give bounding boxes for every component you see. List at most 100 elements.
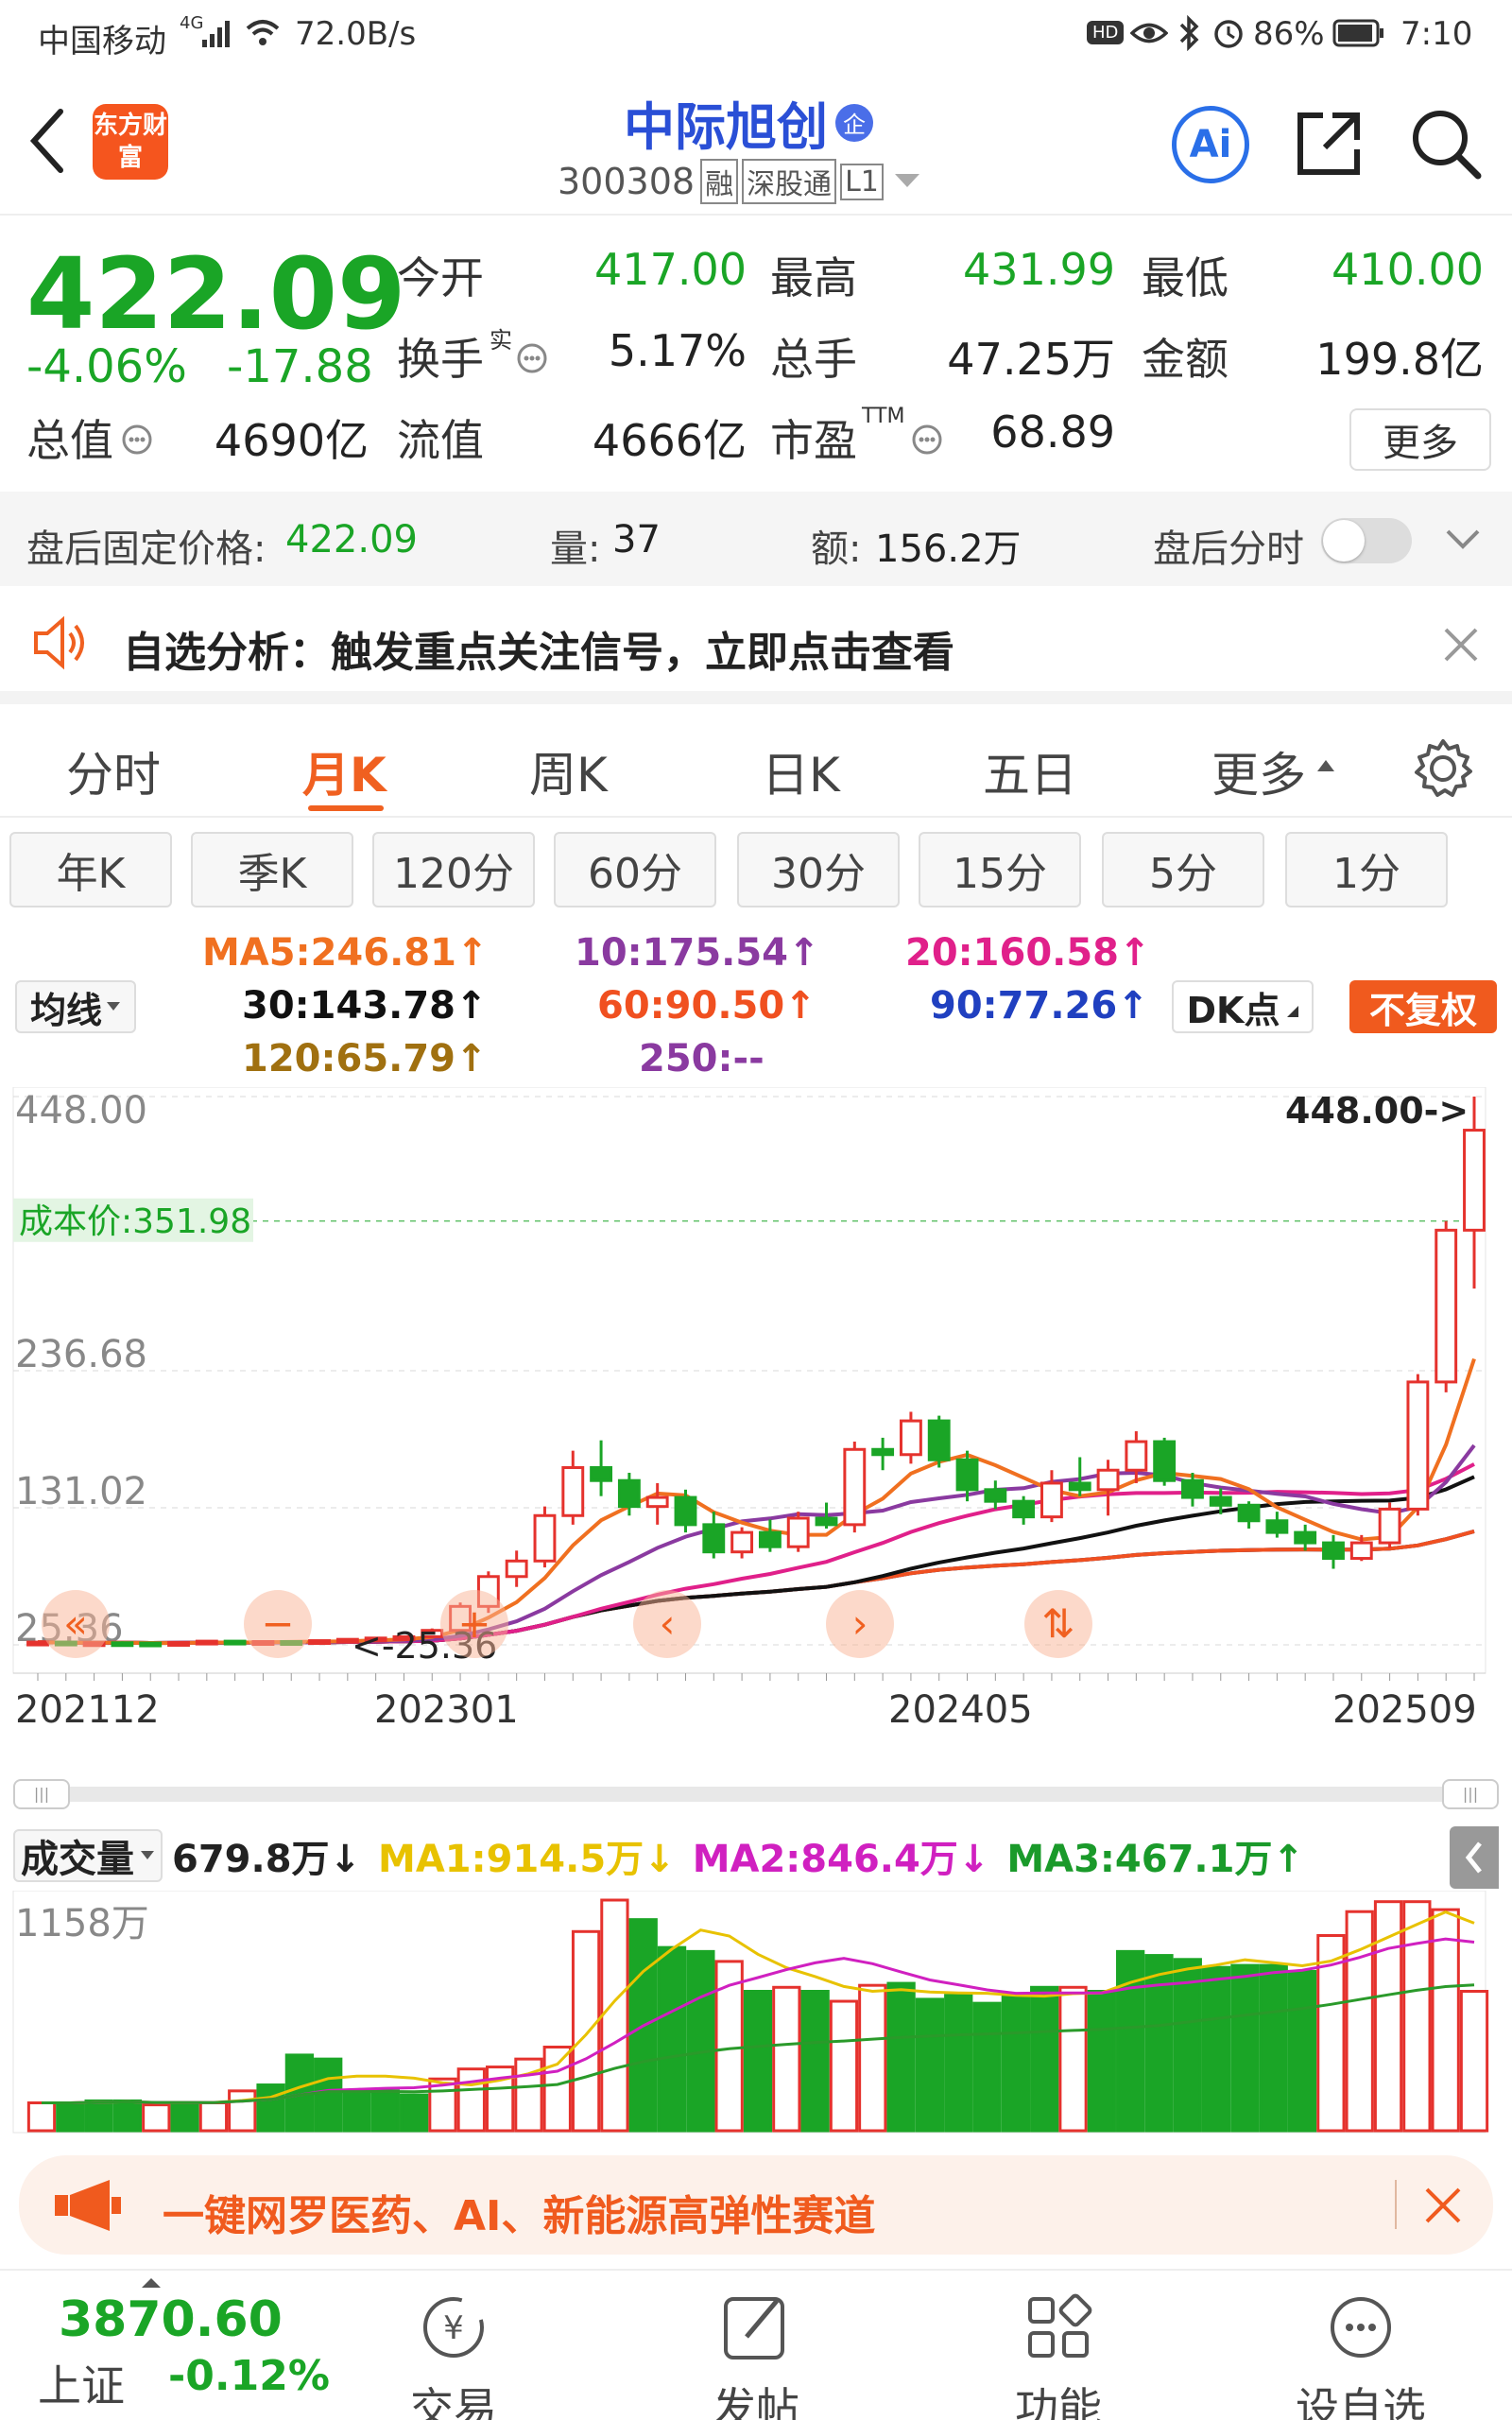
after-hours-vol-label: 量: xyxy=(550,527,601,571)
subtab-120min[interactable]: 120分 xyxy=(372,832,535,908)
scroll-left-icon[interactable]: « xyxy=(42,1590,110,1658)
battery-percent: 86% xyxy=(1253,15,1325,53)
candle-body xyxy=(871,1447,895,1457)
unadjusted-button[interactable]: 不复权 xyxy=(1349,980,1497,1033)
ma10-value: 10:175.54↑ xyxy=(575,931,820,975)
tab-five-day[interactable]: 五日 xyxy=(983,737,1077,805)
info-icon[interactable] xyxy=(516,342,548,374)
prev-icon-glyph: ‹ xyxy=(660,1600,676,1647)
volume-svg[interactable]: 1158万 xyxy=(0,1890,1512,2136)
ma120-value: 120:65.79↑ xyxy=(242,1037,488,1080)
chevron-down-icon[interactable] xyxy=(1444,527,1482,552)
stock-header: 东方财富 中际旭创 企 300308 融 深股通 L1 Ai xyxy=(0,72,1512,216)
index-value[interactable]: 3870.60 xyxy=(59,2291,283,2348)
volume-chart[interactable]: 1158万 xyxy=(0,1890,1512,2136)
megaphone-icon xyxy=(55,2180,121,2231)
level-tag[interactable]: L1 xyxy=(840,163,884,200)
volume-selector[interactable]: 成交量 xyxy=(13,1829,163,1882)
hd-badge: HD xyxy=(1087,21,1125,44)
back-arrow-icon[interactable] xyxy=(28,108,66,174)
more-button[interactable]: 更多 xyxy=(1349,408,1491,471)
nav-function[interactable]: 功能 xyxy=(964,2290,1153,2420)
caret-down-icon xyxy=(107,1002,120,1011)
max-marker: 448.00-> xyxy=(1285,1090,1469,1132)
subtab-year[interactable]: 年K xyxy=(9,832,172,908)
volume-bar xyxy=(198,2101,229,2133)
candle-body xyxy=(1237,1503,1261,1523)
after-hours-toggle[interactable] xyxy=(1321,518,1412,563)
ma-legend: 均线 MA5:246.81↑ 10:175.54↑ 20:160.58↑ 30:… xyxy=(0,922,1512,1082)
volume-bar xyxy=(342,2089,371,2133)
kline-subtabs: 年K 季K 120分 60分 30分 15分 5分 1分 xyxy=(0,832,1512,909)
volume-bar xyxy=(886,1981,916,2133)
mcap-value: 4690亿 xyxy=(214,415,369,466)
tab-fenshi[interactable]: 分时 xyxy=(66,737,161,805)
subtab-15min[interactable]: 15分 xyxy=(919,832,1081,908)
promo-banner[interactable]: 一键网罗医药、AI、新能源高弹性赛道 xyxy=(19,2155,1493,2255)
subtab-1min[interactable]: 1分 xyxy=(1285,832,1448,908)
info-icon[interactable] xyxy=(121,424,153,456)
share-icon[interactable] xyxy=(1295,110,1363,178)
candle-body xyxy=(1378,1507,1401,1545)
dk-point-button[interactable]: DK点 xyxy=(1172,980,1314,1033)
volume-bar xyxy=(1402,1900,1432,2133)
subtab-5min[interactable]: 5分 xyxy=(1102,832,1264,908)
x-tick-label: 202405 xyxy=(888,1688,1033,1732)
chart-scrollbar[interactable]: ||| ||| xyxy=(13,1779,1499,1809)
amount-value: 199.8亿 xyxy=(1315,334,1484,385)
volume-bar xyxy=(686,1949,715,2133)
after-hours-bar: 盘后固定价格: 422.09 量: 37 额: 156.2万 盘后分时 xyxy=(0,492,1512,586)
tab-indicator xyxy=(308,805,384,811)
kline-svg[interactable]: 448.00236.68131.0225.36成本价:351.98448.00-… xyxy=(0,1086,1512,1777)
nav-post[interactable]: 发帖 xyxy=(662,2290,850,2420)
ma-selector[interactable]: 均线 xyxy=(15,980,136,1033)
candle-body xyxy=(561,1465,585,1517)
volume-bar xyxy=(571,1929,601,2133)
close-icon[interactable] xyxy=(1442,626,1480,664)
more-dots-icon xyxy=(1331,2297,1391,2358)
collapse-tab[interactable] xyxy=(1450,1826,1499,1889)
info-icon[interactable] xyxy=(911,424,943,456)
candle-body xyxy=(758,1530,782,1548)
scroll-handle-left[interactable]: ||| xyxy=(13,1779,70,1809)
candle-body xyxy=(111,1641,134,1648)
x-tick-label: 202112 xyxy=(15,1688,160,1732)
candle-body xyxy=(26,1640,49,1647)
candle-body xyxy=(139,1641,163,1648)
app-logo[interactable]: 东方财富 xyxy=(93,104,168,180)
dropdown-icon[interactable] xyxy=(893,172,921,191)
kline-chart[interactable]: 448.00236.68131.0225.36成本价:351.98448.00-… xyxy=(0,1086,1512,1777)
next-icon[interactable]: › xyxy=(826,1590,894,1658)
swap-icon[interactable]: ⇅ xyxy=(1024,1590,1092,1658)
tab-daily-k[interactable]: 日K xyxy=(762,737,840,805)
alert-bar[interactable]: 自选分析：触发重点关注信号，立即点击查看 xyxy=(0,586,1512,704)
candle-body xyxy=(1265,1519,1289,1534)
after-hours-amt-label: 额: xyxy=(811,527,862,571)
gear-icon[interactable] xyxy=(1412,737,1474,800)
subtab-60min[interactable]: 60分 xyxy=(554,832,716,908)
tab-more[interactable]: 更多 xyxy=(1211,737,1306,805)
cost-line-label: 成本价:351.98 xyxy=(19,1202,251,1241)
eye-icon xyxy=(1130,23,1168,43)
volume-bar xyxy=(858,1983,887,2133)
volume-label: 成交量 xyxy=(21,1838,134,1881)
corner-icon xyxy=(1286,1006,1298,1017)
svg-text:¥: ¥ xyxy=(443,2309,464,2347)
enterprise-badge: 企 xyxy=(835,103,873,142)
tab-weekly-k[interactable]: 周K xyxy=(529,737,608,805)
ai-button[interactable]: Ai xyxy=(1172,106,1249,183)
nav-watchlist[interactable]: 设自选 xyxy=(1266,2290,1455,2420)
close-icon[interactable] xyxy=(1423,2186,1463,2225)
zoom-in-icon[interactable]: + xyxy=(440,1590,508,1658)
zoom-out-icon[interactable]: − xyxy=(244,1590,312,1658)
subtab-quarter[interactable]: 季K xyxy=(191,832,353,908)
tab-monthly-k[interactable]: 月K xyxy=(302,737,387,805)
y-tick-label: 448.00 xyxy=(15,1089,147,1132)
prev-icon[interactable]: ‹ xyxy=(633,1590,701,1658)
volume-bar xyxy=(112,2099,143,2133)
search-icon[interactable] xyxy=(1408,106,1484,182)
nav-trade[interactable]: ¥ 交易 xyxy=(359,2290,548,2420)
scroll-handle-right[interactable]: ||| xyxy=(1442,1779,1499,1809)
wifi-icon xyxy=(246,20,280,45)
subtab-30min[interactable]: 30分 xyxy=(737,832,900,908)
